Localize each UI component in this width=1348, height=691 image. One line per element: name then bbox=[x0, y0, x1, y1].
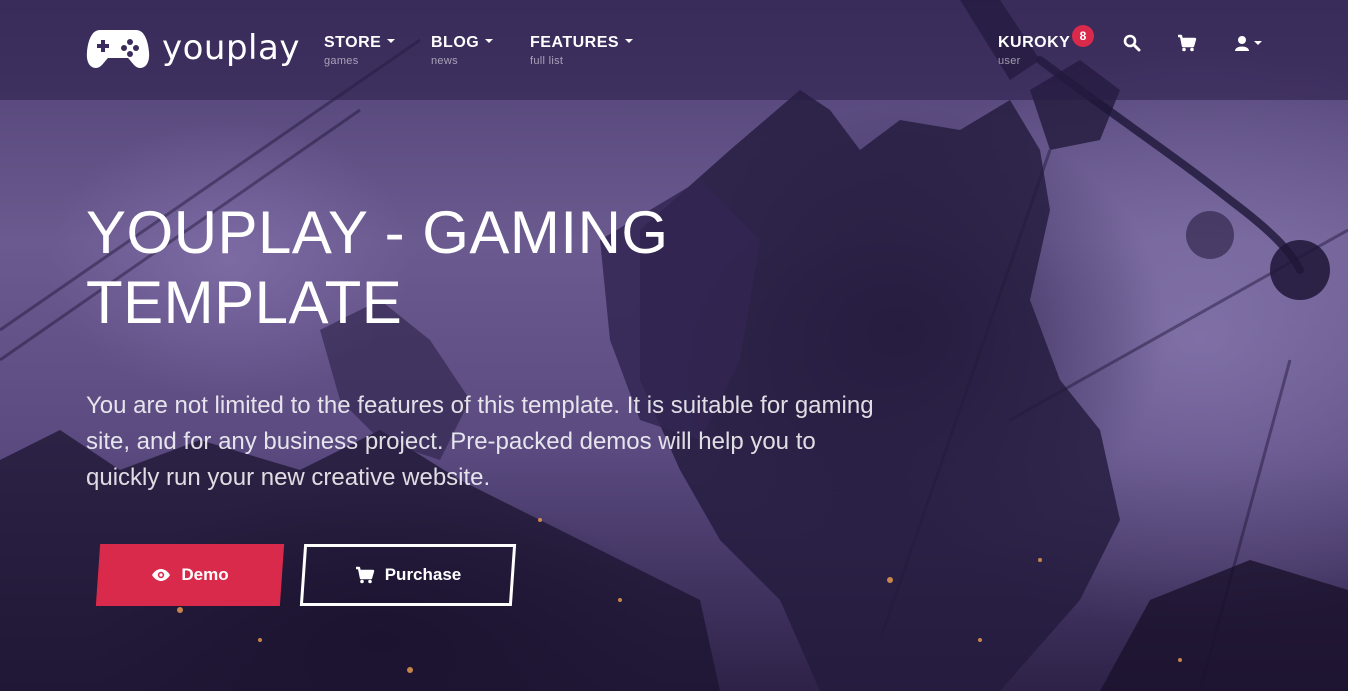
nav-blog[interactable]: BLOG news bbox=[431, 34, 494, 67]
purchase-button[interactable]: Purchase bbox=[299, 544, 517, 606]
cart-icon bbox=[355, 566, 374, 584]
notification-badge[interactable]: 8 bbox=[1072, 25, 1094, 47]
user-menu[interactable]: KUROKY user bbox=[998, 34, 1070, 67]
eye-icon bbox=[152, 569, 171, 581]
nav-store-sub: games bbox=[324, 55, 359, 67]
caret-down-icon bbox=[485, 38, 494, 43]
purchase-button-label: Purchase bbox=[384, 565, 462, 584]
nav-features-label: FEATURES bbox=[530, 34, 620, 51]
nav-features-sub: full list bbox=[530, 55, 564, 67]
nav-features[interactable]: FEATURES full list bbox=[530, 34, 634, 67]
user-role: user bbox=[998, 55, 1021, 67]
nav-blog-sub: news bbox=[431, 55, 458, 67]
nav-store[interactable]: STORE games bbox=[324, 34, 396, 67]
user-name: KUROKY bbox=[998, 34, 1071, 51]
demo-button-label: Demo bbox=[181, 565, 229, 584]
brand-logo[interactable]: youplay bbox=[86, 26, 300, 70]
hero-title-line1: YOUPLAY - GAMING bbox=[86, 199, 669, 266]
user-account-icon[interactable] bbox=[1232, 33, 1264, 53]
caret-down-icon bbox=[625, 38, 634, 43]
top-navbar: youplay STORE games BLOG news FEATURES f… bbox=[0, 0, 1348, 100]
caret-down-icon bbox=[1254, 41, 1262, 45]
brand-name: youplay bbox=[162, 28, 300, 68]
search-icon[interactable] bbox=[1122, 33, 1142, 53]
caret-down-icon bbox=[387, 38, 396, 43]
cart-icon[interactable] bbox=[1177, 33, 1197, 53]
hero-title-line2: TEMPLATE bbox=[86, 269, 403, 336]
hero-description: You are not limited to the features of t… bbox=[86, 392, 874, 491]
gamepad-icon bbox=[86, 30, 150, 68]
hero-title: YOUPLAY - GAMING TEMPLATE bbox=[86, 198, 766, 338]
nav-store-label: STORE bbox=[324, 34, 382, 51]
demo-button[interactable]: Demo bbox=[95, 544, 285, 606]
nav-blog-label: BLOG bbox=[431, 34, 480, 51]
